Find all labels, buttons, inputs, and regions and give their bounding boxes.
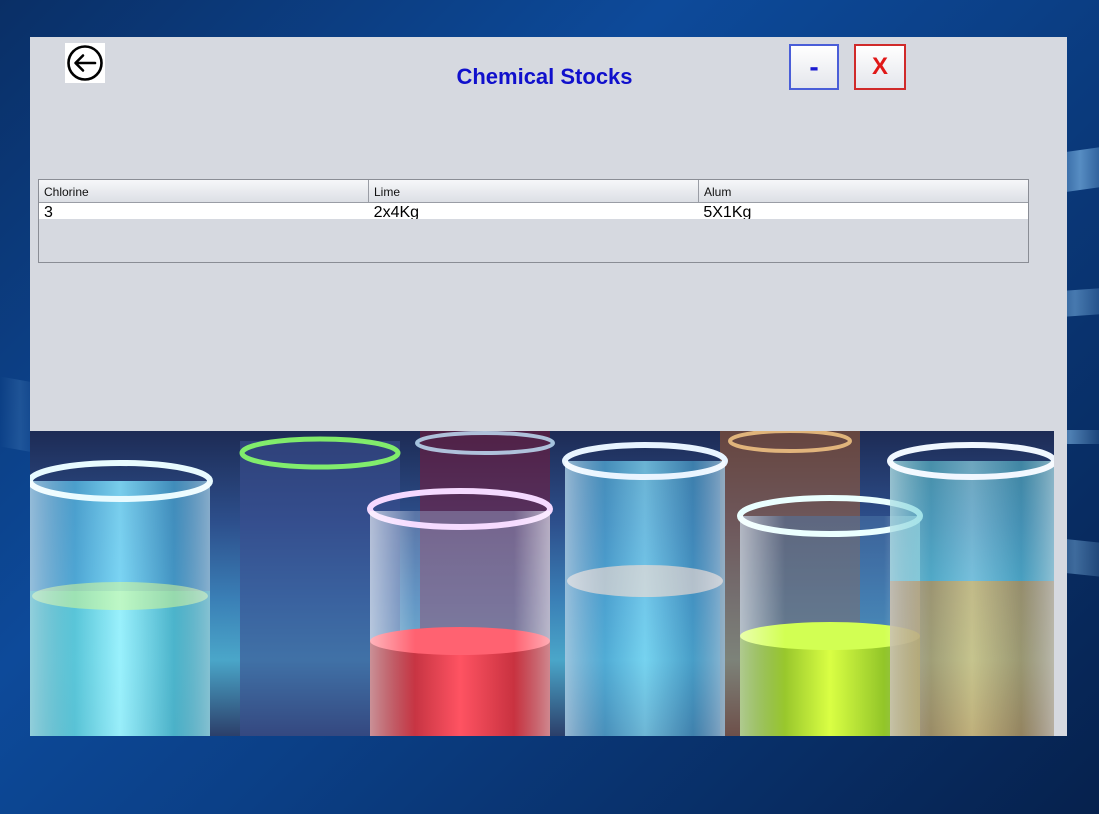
- stock-table: Chlorine Lime Alum 3 2x4Kg 5X1Kg: [38, 179, 1029, 263]
- chemical-stocks-window: Chemical Stocks - X Chlorine Lime Alum 3…: [30, 37, 1067, 736]
- cell-alum[interactable]: 5X1Kg: [698, 203, 1028, 219]
- close-button[interactable]: X: [854, 44, 906, 90]
- test-tubes-photo: [30, 431, 1054, 736]
- cell-lime[interactable]: 2x4Kg: [369, 203, 699, 219]
- column-header-chlorine[interactable]: Chlorine: [39, 180, 369, 202]
- table-row[interactable]: 3 2x4Kg 5X1Kg: [39, 203, 1028, 219]
- test-tubes-illustration: [30, 431, 1054, 736]
- column-header-lime[interactable]: Lime: [369, 180, 699, 202]
- cell-chlorine[interactable]: 3: [39, 203, 369, 219]
- table-header: Chlorine Lime Alum: [39, 180, 1028, 203]
- column-header-alum[interactable]: Alum: [699, 180, 1028, 202]
- minimize-button[interactable]: -: [789, 44, 839, 90]
